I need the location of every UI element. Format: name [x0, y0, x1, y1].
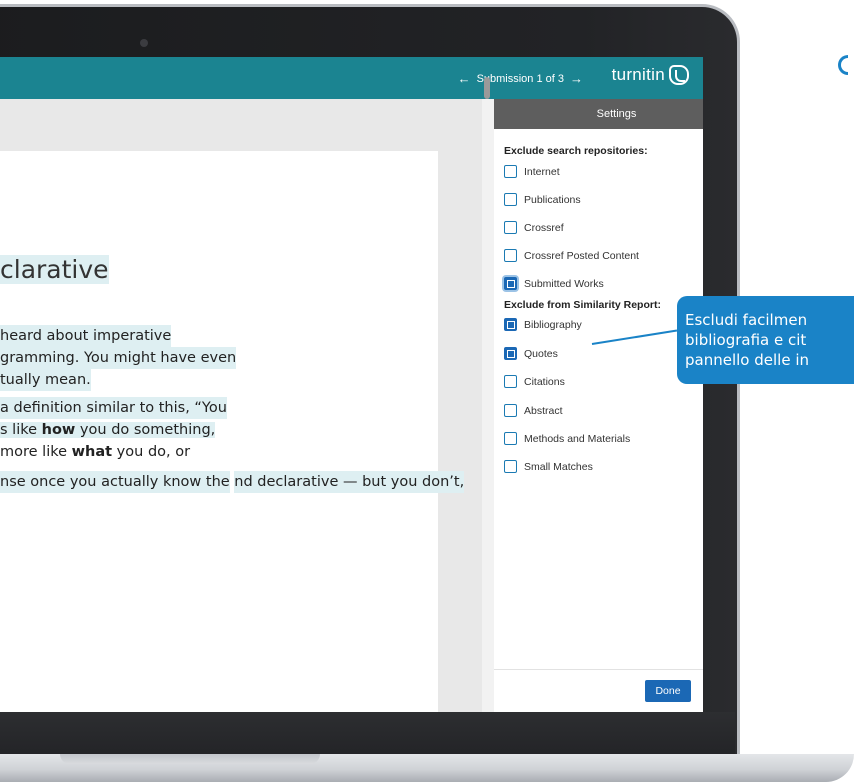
option-crossref[interactable]: Crossref — [504, 221, 564, 234]
paragraph-line: nse once you actually know the — [0, 471, 230, 493]
decorative-bracket — [838, 55, 848, 75]
option-label: Abstract — [524, 404, 563, 417]
app-screen: ← Submission 1 of 3 → turnitin clarative… — [0, 57, 703, 712]
checkbox[interactable] — [504, 193, 517, 206]
exclude-repositories-heading: Exclude search repositories: — [504, 145, 648, 157]
camera-icon — [140, 39, 148, 47]
submission-nav: ← Submission 1 of 3 → — [458, 71, 583, 86]
scrollbar-thumb[interactable] — [484, 77, 490, 99]
brand-name: turnitin — [611, 65, 665, 84]
paragraph-line: heard about imperative — [0, 325, 172, 347]
option-citations[interactable]: Citations — [504, 375, 565, 388]
option-label: Publications — [524, 193, 581, 206]
option-crossref-posted-content[interactable]: Crossref Posted Content — [504, 249, 639, 262]
option-publications[interactable]: Publications — [504, 193, 581, 206]
paragraph-line: nd declarative — but you don’t, — [234, 471, 465, 493]
paragraph-3: nse once you actually know the nd declar… — [0, 471, 465, 493]
option-label: Internet — [524, 165, 560, 178]
option-label: Submitted Works — [524, 277, 604, 290]
option-small-matches[interactable]: Small Matches — [504, 460, 593, 473]
turnitin-logo: turnitin — [612, 65, 689, 85]
prev-submission-icon[interactable]: ← — [458, 71, 471, 86]
done-button[interactable]: Done — [645, 680, 691, 702]
paragraph-line: tually mean. — [0, 369, 91, 391]
callout-line: pannello delle in — [685, 351, 809, 369]
paragraph-line: a definition similar to this, “You — [0, 397, 227, 419]
checkbox[interactable] — [504, 460, 517, 473]
document-scrollbar[interactable] — [482, 99, 494, 712]
callout-line: bibliografia e cit — [685, 331, 807, 349]
checkbox-checked[interactable] — [504, 318, 517, 331]
document-viewer: clarative heard about imperative grammin… — [0, 99, 482, 712]
paragraph-2: a definition similar to this, “You s lik… — [0, 397, 227, 463]
exclude-similarity-heading: Exclude from Similarity Report: — [504, 299, 661, 311]
option-methods-and-materials[interactable]: Methods and Materials — [504, 432, 630, 445]
laptop-chin — [0, 712, 735, 756]
paragraph-1: heard about imperative gramming. You mig… — [0, 325, 237, 391]
settings-title: Settings — [494, 99, 703, 129]
document-page: clarative heard about imperative grammin… — [0, 151, 465, 712]
option-abstract[interactable]: Abstract — [504, 404, 563, 417]
option-quotes[interactable]: Quotes — [504, 347, 558, 360]
option-label: Citations — [524, 375, 565, 388]
checkbox[interactable] — [504, 375, 517, 388]
option-submitted-works[interactable]: Submitted Works — [504, 277, 604, 290]
checkbox[interactable] — [504, 221, 517, 234]
checkbox[interactable] — [504, 404, 517, 417]
checkbox[interactable] — [504, 432, 517, 445]
checkbox[interactable] — [504, 165, 517, 178]
settings-footer: Done — [494, 669, 703, 712]
option-label: Crossref — [524, 221, 564, 234]
checkbox[interactable] — [504, 249, 517, 262]
paragraph-line: gramming. You might have even — [0, 347, 237, 369]
next-submission-icon[interactable]: → — [570, 71, 583, 86]
option-label: Methods and Materials — [524, 432, 631, 445]
option-label: Crossref Posted Content — [524, 249, 639, 262]
settings-panel: Settings Exclude search repositories: In… — [494, 99, 703, 712]
option-bibliography[interactable]: Bibliography — [504, 318, 582, 331]
callout-box: Escludi facilmen bibliografia e cit pann… — [677, 296, 854, 384]
paragraph-line: more like what you do, or — [0, 444, 191, 460]
option-label: Bibliography — [524, 318, 582, 331]
top-bar: ← Submission 1 of 3 → turnitin — [0, 57, 703, 99]
option-label: Small Matches — [524, 460, 593, 473]
paragraph-line: s like how you do something, — [0, 422, 216, 438]
checkbox-checked[interactable] — [504, 277, 517, 290]
document-heading: clarative — [0, 255, 109, 284]
laptop-notch — [60, 754, 320, 764]
callout-line: Escludi facilmen — [685, 311, 808, 329]
option-label: Quotes — [524, 347, 558, 360]
turnitin-logo-icon — [669, 65, 689, 85]
option-internet[interactable]: Internet — [504, 165, 560, 178]
checkbox-checked[interactable] — [504, 347, 517, 360]
